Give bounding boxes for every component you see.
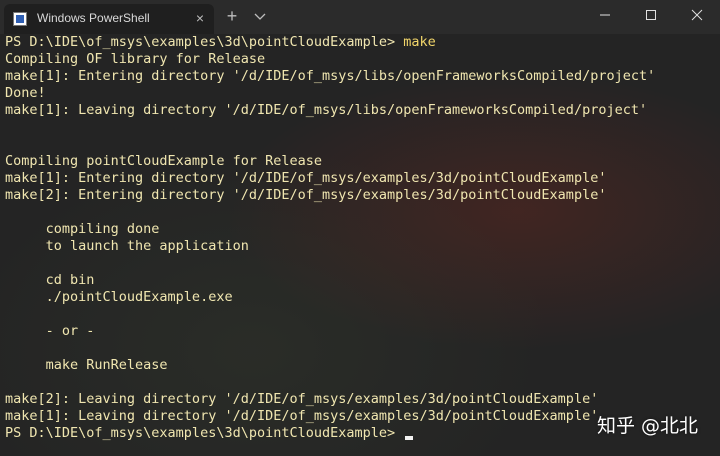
output-line: make[1]: Entering directory '/d/IDE/of_m… [5,170,607,186]
prompt: PS D:\IDE\of_msys\examples\3d\pointCloud… [5,34,404,50]
maximize-button[interactable] [628,0,674,30]
tab-title: Windows PowerShell [37,11,150,25]
output-line: make[1]: Leaving directory '/d/IDE/of_ms… [5,102,648,118]
output-line: make RunRelease [5,357,168,373]
powershell-icon [13,12,27,26]
watermark: 知乎 @北北 [596,415,698,437]
output-line: cd bin [5,272,95,288]
tab-dropdown-button[interactable] [250,7,270,27]
chevron-down-icon [254,13,266,20]
close-icon [691,9,703,21]
minimize-button[interactable] [582,0,628,30]
output-line: Compiling OF library for Release [5,51,266,67]
command: make [403,34,436,50]
terminal-output[interactable]: PS D:\IDE\of_msys\examples\3d\pointCloud… [0,34,720,456]
powershell-window: Windows PowerShell × + PS D:\IDE\of_msys… [0,0,720,456]
output-line: ./pointCloudExample.exe [5,289,233,305]
final-prompt: PS D:\IDE\of_msys\examples\3d\pointCloud… [5,425,404,441]
cursor [405,436,414,440]
maximize-icon [646,10,656,20]
tab-windows-powershell[interactable]: Windows PowerShell × [4,4,214,34]
output-line: make[2]: Leaving directory '/d/IDE/of_ms… [5,391,599,407]
output-line: to launch the application [5,238,249,254]
minimize-icon [600,14,610,16]
new-tab-button[interactable]: + [222,5,242,27]
close-button[interactable] [674,0,720,30]
output-lines: Compiling OF library for Release make[1]:… [5,51,720,425]
output-line: - or - [5,323,95,339]
output-line: make[1]: Entering directory '/d/IDE/of_m… [5,68,656,84]
output-line: Done! [5,85,46,101]
close-tab-icon[interactable]: × [192,10,208,26]
output-line: compiling done [5,221,160,237]
output-line: Compiling pointCloudExample for Release [5,153,322,169]
prompt-line: PS D:\IDE\of_msys\examples\3d\pointCloud… [5,34,720,51]
output-line: make[2]: Entering directory '/d/IDE/of_m… [5,187,607,203]
title-bar: Windows PowerShell × + [0,0,720,34]
